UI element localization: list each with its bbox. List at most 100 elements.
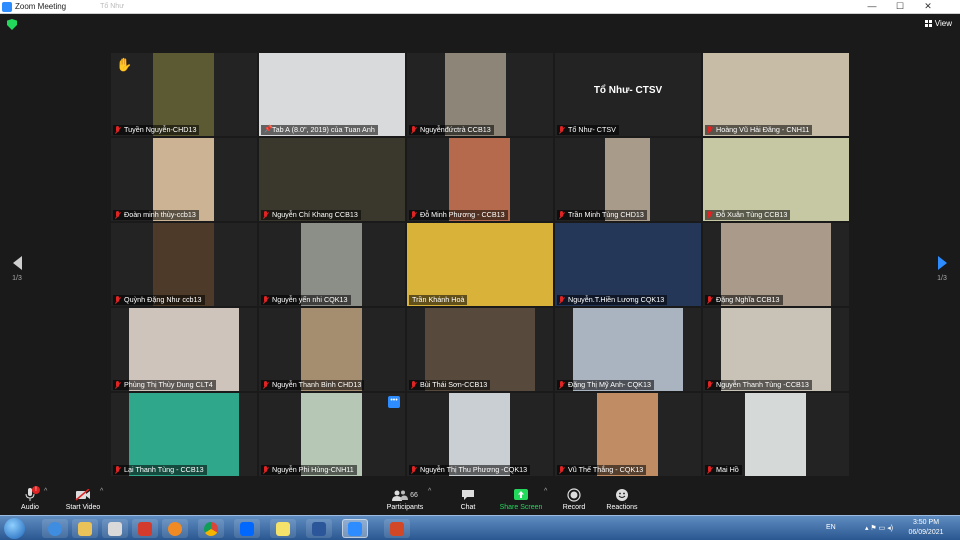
minimize-button[interactable]: — <box>862 0 882 13</box>
participant-tile[interactable]: Phùng Thị Thùy Dung CLT4 <box>111 308 257 391</box>
taskbar-clock-time[interactable]: 3:50 PM <box>906 519 946 526</box>
tile-more-options-button[interactable]: ••• <box>388 396 400 408</box>
audio-options-chevron-icon[interactable]: ^ <box>44 488 47 495</box>
record-icon <box>567 488 581 502</box>
participant-name-label: Bùi Thái Sơn-CCB13 <box>409 380 491 390</box>
raised-hand-icon: ✋ <box>116 57 133 72</box>
view-button[interactable]: View <box>924 19 952 28</box>
page-indicator-right: 1/3 <box>937 275 947 282</box>
language-indicator[interactable]: EN <box>826 524 836 531</box>
taskbar-chrome-icon[interactable] <box>198 519 224 538</box>
participant-tile[interactable]: 📌 Tab A (8.0", 2019) của Tuan Anh <box>259 53 405 136</box>
taskbar-powerpoint-icon[interactable] <box>384 519 410 538</box>
participant-name-label: Nguyễnđứctrà CCB13 <box>409 125 494 135</box>
video-options-chevron-icon[interactable]: ^ <box>100 488 103 495</box>
participant-name-label: Nguyễn Thanh Bình CHD13 <box>261 380 365 390</box>
participant-video <box>153 138 214 221</box>
participant-tile[interactable]: Đặng Nghĩa CCB13 <box>703 223 849 306</box>
participant-name-text: Nguyễn Phi Hùng-CNH11 <box>272 465 354 474</box>
participant-tile[interactable]: Hoàng Vũ Hải Đăng - CNH11 <box>703 53 849 136</box>
zoom-app-icon <box>2 1 12 12</box>
participant-name-label: Trần Khánh Hoà <box>409 295 468 305</box>
participants-options-chevron-icon[interactable]: ^ <box>428 488 431 495</box>
view-label: View <box>934 19 952 28</box>
taskbar-clock-date[interactable]: 06/09/2021 <box>906 529 946 536</box>
muted-mic-icon <box>411 211 417 219</box>
participant-tile[interactable]: Nguyễnđứctrà CCB13 <box>407 53 553 136</box>
taskbar-zoom-icon[interactable] <box>342 519 368 538</box>
participant-tile[interactable]: Trần Minh Tùng CHD13 <box>555 138 701 221</box>
participant-name-label: Tổ Như- CTSV <box>557 125 619 135</box>
participant-video <box>407 223 553 306</box>
participant-name-label: 📌 Tab A (8.0", 2019) của Tuan Anh <box>261 125 378 135</box>
taskbar-media-player-icon[interactable] <box>162 519 188 538</box>
audio-button[interactable]: ! Audio <box>0 486 60 512</box>
previous-page-button[interactable]: 1/3 <box>10 256 24 282</box>
participant-tile[interactable]: Đỗ Minh Phương - CCB13 <box>407 138 553 221</box>
muted-mic-icon <box>707 296 713 304</box>
participant-video <box>425 308 535 391</box>
participant-tile[interactable]: Nguyễn Thanh Bình CHD13 <box>259 308 405 391</box>
taskbar-file-explorer-icon[interactable] <box>72 519 98 538</box>
participant-tile[interactable]: Nguyễn Thanh Tùng -CCB13 <box>703 308 849 391</box>
participant-tile[interactable]: Đỗ Xuân Tùng CCB13 <box>703 138 849 221</box>
participant-tile[interactable]: Vũ Thế Thắng - CQK13 <box>555 393 701 476</box>
windows-start-button-icon[interactable] <box>4 518 25 539</box>
taskbar-flag-app-icon[interactable] <box>132 519 158 538</box>
muted-mic-icon <box>115 381 121 389</box>
participant-name-label: Đoàn minh thùy-ccb13 <box>113 210 199 220</box>
maximize-button[interactable]: ☐ <box>890 0 910 13</box>
taskbar-internet-explorer-icon[interactable] <box>42 519 68 538</box>
chat-button[interactable]: Chat <box>438 487 498 512</box>
participant-name-text: Nguyễn yến nhi CQK13 <box>272 295 348 304</box>
reactions-button[interactable]: Reactions <box>592 487 652 512</box>
participant-tile[interactable]: Nguyễn Thị Thu Phương -CQK13 <box>407 393 553 476</box>
participants-button[interactable]: 66 Participants <box>375 487 435 512</box>
participant-name-label: Trần Minh Tùng CHD13 <box>557 210 647 220</box>
participant-tile[interactable]: Quỳnh Đặng Như ccb13 <box>111 223 257 306</box>
participant-video <box>449 393 510 476</box>
participant-name-label: Nguyễn.T.Hiền Lương CQK13 <box>557 295 668 305</box>
arrow-left-icon <box>12 256 22 270</box>
close-button[interactable]: ✕ <box>918 0 938 13</box>
participant-name-label: Tuyền Nguyễn-CHD13 <box>113 125 200 135</box>
participant-tile[interactable]: Đoàn minh thùy-ccb13 <box>111 138 257 221</box>
participant-name-text: Đỗ Minh Phương - CCB13 <box>420 210 505 219</box>
participant-tile[interactable]: Tổ Như- CTSV Tổ Như- CTSV <box>555 53 701 136</box>
taskbar-notes-icon[interactable] <box>270 519 296 538</box>
participant-name-label: Nguyễn yến nhi CQK13 <box>261 295 351 305</box>
share-screen-button[interactable]: Share Screen <box>491 487 551 512</box>
participant-name-text: Tuyền Nguyễn-CHD13 <box>124 125 197 134</box>
participant-name-text: Trần Minh Tùng CHD13 <box>568 210 644 219</box>
participant-video <box>301 393 362 476</box>
participant-tile[interactable]: Bùi Thái Sơn-CCB13 <box>407 308 553 391</box>
start-video-button[interactable]: Start Video <box>53 487 113 512</box>
participant-tile[interactable]: Đặng Thị Mỹ Anh- CQK13 <box>555 308 701 391</box>
participant-name-label: Đỗ Xuân Tùng CCB13 <box>705 210 791 220</box>
participant-tile[interactable]: Nguyễn Chí Khang CCB13 <box>259 138 405 221</box>
participant-tile[interactable]: Nguyễn yến nhi CQK13 <box>259 223 405 306</box>
participant-video <box>721 223 831 306</box>
taskbar-word-icon[interactable] <box>306 519 332 538</box>
muted-mic-icon <box>707 466 713 474</box>
participant-tile[interactable]: Trần Khánh Hoà <box>407 223 553 306</box>
taskbar-zalo-icon[interactable] <box>234 519 260 538</box>
participant-tile[interactable]: Mai Hồ <box>703 393 849 476</box>
muted-mic-icon <box>411 381 417 389</box>
participant-name-label: Lại Thanh Tùng - CCB13 <box>113 465 207 475</box>
participant-name-text: Đoàn minh thùy-ccb13 <box>124 210 196 219</box>
audio-warning-badge: ! <box>32 486 40 494</box>
taskbar-app-icon[interactable] <box>102 519 128 538</box>
participant-tile[interactable]: Nguyễn.T.Hiền Lương CQK13 <box>555 223 701 306</box>
muted-mic-icon <box>559 466 565 474</box>
participant-name-text: Nguyễn Thanh Tùng -CCB13 <box>716 380 809 389</box>
participant-video <box>153 53 214 136</box>
next-page-button[interactable]: 1/3 <box>935 256 949 282</box>
background-window-title: Tổ Như <box>100 3 124 10</box>
security-shield-icon[interactable] <box>7 19 17 30</box>
participant-name-text: Tab A (8.0", 2019) của Tuan Anh <box>272 125 375 134</box>
system-tray-icons[interactable]: ▴ ⚑ ▭ ◂) <box>847 524 911 532</box>
participant-tile[interactable]: Nguyễn Phi Hùng-CNH11 ••• <box>259 393 405 476</box>
participant-tile[interactable]: Lại Thanh Tùng - CCB13 <box>111 393 257 476</box>
participant-tile[interactable]: Tuyền Nguyễn-CHD13 <box>111 53 257 136</box>
